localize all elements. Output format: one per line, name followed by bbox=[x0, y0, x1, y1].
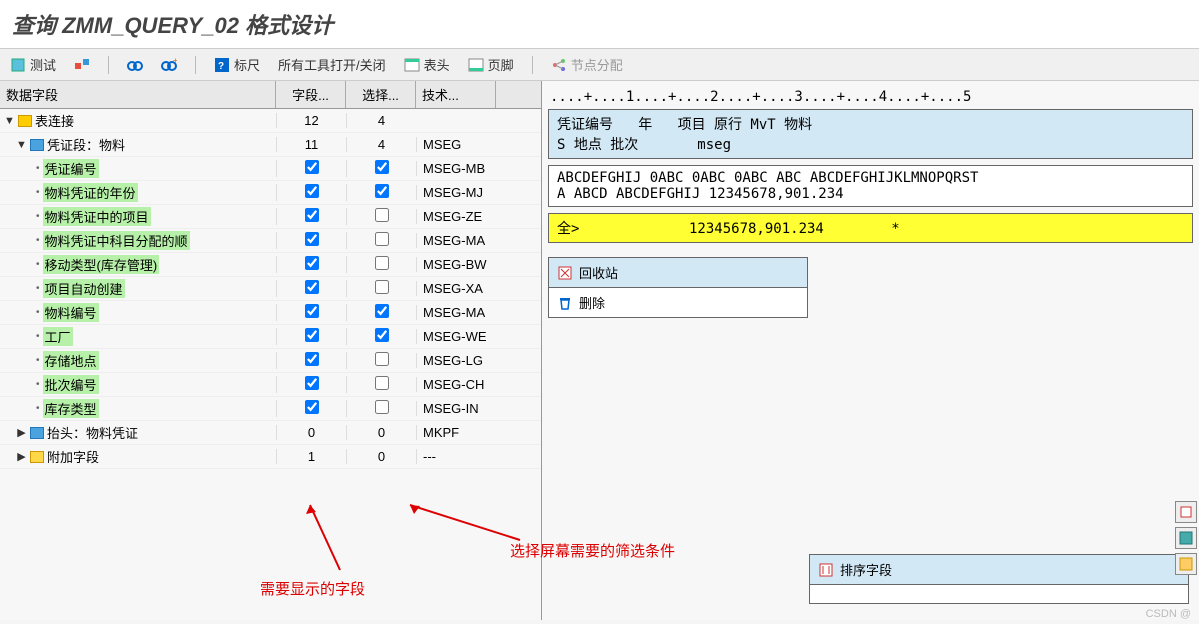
binoculars-button[interactable] bbox=[127, 57, 143, 73]
binoculars-plus-icon: + bbox=[161, 57, 177, 73]
table-icon bbox=[30, 139, 44, 151]
recycle-panel: 回收站 删除 bbox=[548, 257, 808, 318]
table-row[interactable]: • 凭证编号 MSEG-MB bbox=[0, 157, 541, 181]
watermark: CSDN @ bbox=[1146, 608, 1191, 620]
sort-icon bbox=[818, 562, 834, 578]
preview-header-box[interactable]: 凭证编号 年 项目 原行 MvT 物料S 地点 批次 mseg bbox=[548, 109, 1193, 159]
footer-icon bbox=[468, 57, 484, 73]
table-row[interactable]: • 物料凭证的年份 MSEG-MJ bbox=[0, 181, 541, 205]
col-tech-header[interactable]: 技术... bbox=[416, 81, 496, 108]
table-icon bbox=[30, 427, 44, 439]
side-icon-strip bbox=[1175, 501, 1197, 575]
recycle-header[interactable]: 回收站 bbox=[549, 258, 807, 288]
checkbox[interactable] bbox=[305, 400, 319, 414]
table-row[interactable]: ▼ 凭证段：物料 11 4 MSEG bbox=[0, 133, 541, 157]
page-title: 查询 ZMM_QUERY_02 格式设计 bbox=[0, 0, 1199, 49]
separator bbox=[195, 56, 196, 74]
table-row[interactable]: • 批次编号 MSEG-CH bbox=[0, 373, 541, 397]
sort-body[interactable] bbox=[810, 585, 1188, 603]
ruler-icon: ? bbox=[214, 57, 230, 73]
checkbox[interactable] bbox=[375, 280, 389, 294]
toolbar: 测试 + ? 标尺 所有工具打开/关闭 表头 页脚 节点分配 bbox=[0, 49, 1199, 81]
sort-panel: 排序字段 bbox=[809, 554, 1189, 604]
tree-body: ▼ 表连接 12 4 ▼ 凭证段：物料 11 4 MSEG• 凭证编号 MSEG… bbox=[0, 109, 541, 620]
table-row[interactable]: • 物料编号 MSEG-MA bbox=[0, 301, 541, 325]
recycle-icon bbox=[557, 265, 573, 281]
checkbox[interactable] bbox=[305, 232, 319, 246]
tool-unknown-button[interactable] bbox=[74, 57, 90, 73]
checkbox[interactable] bbox=[375, 352, 389, 366]
folder-icon bbox=[18, 115, 32, 127]
binoculars-plus-button[interactable]: + bbox=[161, 57, 177, 73]
ruler-button[interactable]: ? 标尺 bbox=[214, 55, 260, 74]
addl-icon bbox=[30, 451, 44, 463]
preview-body-box[interactable]: ABCDEFGHIJ 0ABC 0ABC 0ABC ABC ABCDEFGHIJ… bbox=[548, 165, 1193, 207]
rect-icon bbox=[1179, 505, 1193, 519]
checkbox[interactable] bbox=[375, 304, 389, 318]
test-button[interactable]: 测试 bbox=[10, 55, 56, 74]
checkbox[interactable] bbox=[375, 328, 389, 342]
checkbox[interactable] bbox=[305, 160, 319, 174]
checkbox[interactable] bbox=[375, 256, 389, 270]
checkbox[interactable] bbox=[305, 208, 319, 222]
footer-button[interactable]: 页脚 bbox=[468, 55, 514, 74]
table-row[interactable]: • 移动类型(库存管理) MSEG-BW bbox=[0, 253, 541, 277]
table-row[interactable]: ▶ 抬头：物料凭证 0 0 MKPF bbox=[0, 421, 541, 445]
layout-preview-panel: ....+....1....+....2....+....3....+....4… bbox=[542, 81, 1199, 620]
checkbox[interactable] bbox=[375, 208, 389, 222]
tool-icon bbox=[1179, 557, 1193, 571]
field-tree-panel: 数据字段 字段... 选择... 技术... ▼ 表连接 12 4 ▼ 凭证段：… bbox=[0, 81, 542, 620]
node-icon bbox=[551, 57, 567, 73]
table-row[interactable]: • 库存类型 MSEG-IN bbox=[0, 397, 541, 421]
side-tool-3[interactable] bbox=[1175, 553, 1197, 575]
col-sel-header[interactable]: 选择... bbox=[346, 81, 416, 108]
side-tool-1[interactable] bbox=[1175, 501, 1197, 523]
separator bbox=[108, 56, 109, 74]
delete-row[interactable]: 删除 bbox=[549, 288, 807, 317]
table-row[interactable]: • 存储地点 MSEG-LG bbox=[0, 349, 541, 373]
table-row[interactable]: • 物料凭证中的项目 MSEG-ZE bbox=[0, 205, 541, 229]
table-row[interactable]: • 工厂 MSEG-WE bbox=[0, 325, 541, 349]
test-icon bbox=[10, 57, 26, 73]
checkbox[interactable] bbox=[305, 256, 319, 270]
svg-text:?: ? bbox=[218, 61, 224, 72]
checkbox[interactable] bbox=[305, 304, 319, 318]
checkbox[interactable] bbox=[305, 328, 319, 342]
node-assign-button[interactable]: 节点分配 bbox=[551, 55, 623, 74]
checkbox[interactable] bbox=[305, 280, 319, 294]
grid-icon bbox=[1179, 531, 1193, 545]
header-button[interactable]: 表头 bbox=[404, 55, 450, 74]
col-field-header[interactable]: 字段... bbox=[276, 81, 346, 108]
checkbox[interactable] bbox=[375, 376, 389, 390]
checkbox[interactable] bbox=[375, 184, 389, 198]
grid-header: 数据字段 字段... 选择... 技术... bbox=[0, 81, 541, 109]
header-icon bbox=[404, 57, 420, 73]
table-row[interactable]: • 物料凭证中科目分配的顺 MSEG-MA bbox=[0, 229, 541, 253]
col-name-header[interactable]: 数据字段 bbox=[0, 81, 276, 108]
preview-total-box[interactable]: 全> 12345678,901.234 * bbox=[548, 213, 1193, 243]
binoculars-icon bbox=[127, 57, 143, 73]
checkbox[interactable] bbox=[375, 232, 389, 246]
checkbox[interactable] bbox=[305, 376, 319, 390]
ruler: ....+....1....+....2....+....3....+....4… bbox=[548, 85, 1193, 109]
table-row[interactable]: ▼ 表连接 12 4 bbox=[0, 109, 541, 133]
side-tool-2[interactable] bbox=[1175, 527, 1197, 549]
checkbox[interactable] bbox=[305, 352, 319, 366]
layout-icon bbox=[74, 57, 90, 73]
table-row[interactable]: • 项目自动创建 MSEG-XA bbox=[0, 277, 541, 301]
separator bbox=[532, 56, 533, 74]
checkbox[interactable] bbox=[375, 400, 389, 414]
tools-toggle-button[interactable]: 所有工具打开/关闭 bbox=[278, 55, 386, 74]
table-row[interactable]: ▶ 附加字段 1 0 --- bbox=[0, 445, 541, 469]
checkbox[interactable] bbox=[375, 160, 389, 174]
sort-header[interactable]: 排序字段 bbox=[810, 555, 1188, 585]
svg-text:+: + bbox=[173, 57, 177, 65]
trash-icon bbox=[557, 295, 573, 311]
checkbox[interactable] bbox=[305, 184, 319, 198]
